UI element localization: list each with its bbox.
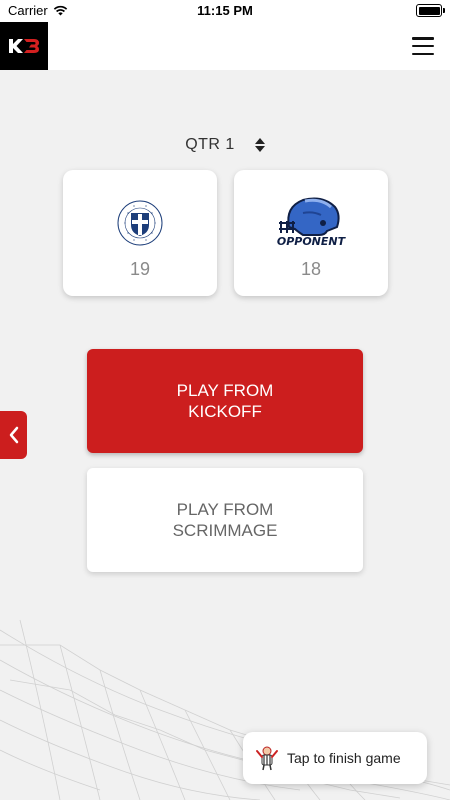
- finish-game-label: Tap to finish game: [287, 750, 401, 766]
- kb-logo-icon[interactable]: [0, 22, 48, 70]
- opponent-logo-text: OPPONENT: [277, 235, 347, 248]
- app-header: [0, 22, 450, 70]
- finish-game-button[interactable]: Tap to finish game: [243, 732, 427, 784]
- referee-icon: [256, 746, 278, 771]
- quarter-selector[interactable]: QTR 1: [0, 136, 450, 154]
- battery-icon: [416, 4, 445, 17]
- play-from-scrimmage-button[interactable]: PLAY FROM SCRIMMAGE: [87, 468, 363, 572]
- football-helmet-logo: OPPONENT: [234, 192, 388, 254]
- home-team-card[interactable]: 19: [63, 170, 217, 296]
- quarter-label: QTR 1: [185, 136, 235, 153]
- school-crest-logo: [63, 192, 217, 254]
- clock: 11:15 PM: [197, 3, 253, 18]
- chevron-left-icon: [9, 426, 18, 444]
- away-score: 18: [300, 259, 322, 279]
- back-tab[interactable]: [0, 411, 27, 459]
- home-score: 19: [129, 259, 151, 279]
- play-from-kickoff-button[interactable]: PLAY FROM KICKOFF: [87, 349, 363, 453]
- away-team-card[interactable]: OPPONENT 18: [234, 170, 388, 296]
- hamburger-menu-icon[interactable]: [412, 37, 434, 55]
- sort-arrows-icon[interactable]: [254, 138, 265, 152]
- status-bar: Carrier 11:15 PM: [0, 0, 450, 22]
